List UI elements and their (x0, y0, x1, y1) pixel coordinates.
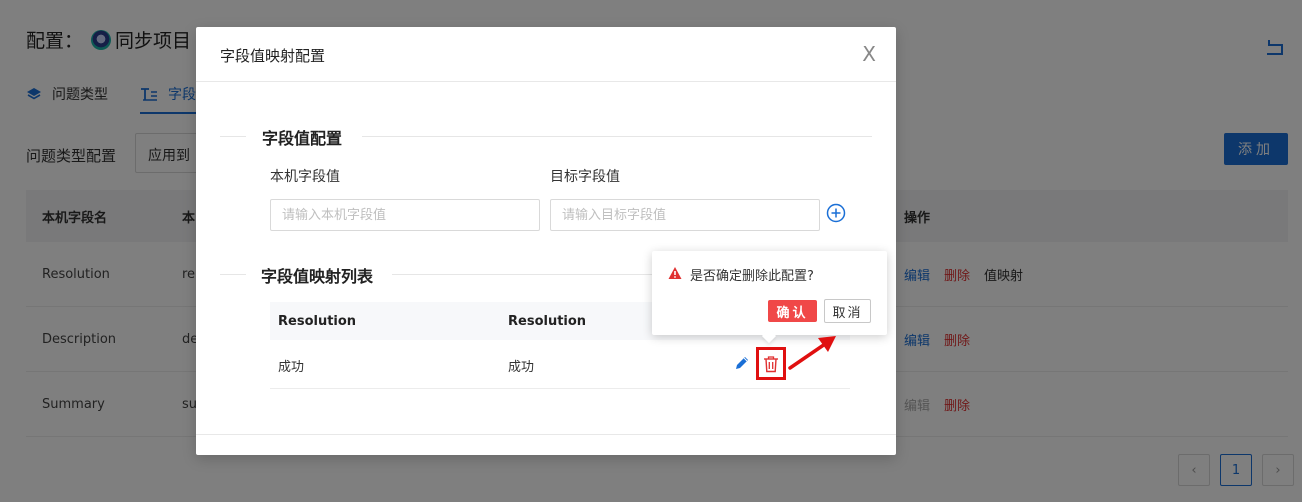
local-value-input[interactable] (270, 199, 540, 231)
popconfirm-message: 是否确定删除此配置? (690, 269, 814, 284)
column-header-target-value: Resolution (508, 314, 587, 329)
delete-popconfirm: 是否确定删除此配置? 确认 取消 (652, 251, 887, 344)
add-circle-icon[interactable] (826, 203, 846, 223)
divider (220, 136, 246, 137)
modal-title: 字段值映射配置 (220, 47, 326, 65)
target-value-label: 目标字段值 (550, 169, 620, 185)
warning-icon (668, 267, 682, 279)
column-header-local-value: Resolution (278, 314, 357, 329)
section-title: 字段值配置 (262, 129, 343, 148)
cancel-button[interactable]: 取消 (824, 299, 871, 323)
annotation-arrow-icon (788, 336, 836, 370)
target-value-input[interactable] (550, 199, 820, 231)
divider (362, 136, 872, 137)
value-mapping-modal: 字段值映射配置 X 字段值配置 本机字段值 目标字段值 字段值映射列表 Reso… (196, 27, 896, 455)
section-title: 字段值映射列表 (261, 267, 374, 286)
cell-local-value: 成功 (278, 360, 305, 375)
modal-footer-divider (196, 434, 896, 435)
pencil-icon[interactable] (734, 355, 750, 371)
confirm-button[interactable]: 确认 (768, 300, 817, 322)
delete-highlight-box (756, 347, 786, 380)
trash-icon[interactable] (763, 355, 779, 373)
section-value-config: 字段值配置 (220, 125, 872, 148)
divider (220, 274, 246, 275)
modal-header: 字段值映射配置 X (196, 27, 896, 82)
close-icon[interactable]: X (862, 44, 876, 64)
local-value-label: 本机字段值 (270, 169, 340, 185)
table-row: 成功 成功 (270, 340, 850, 389)
cell-target-value: 成功 (508, 360, 535, 375)
